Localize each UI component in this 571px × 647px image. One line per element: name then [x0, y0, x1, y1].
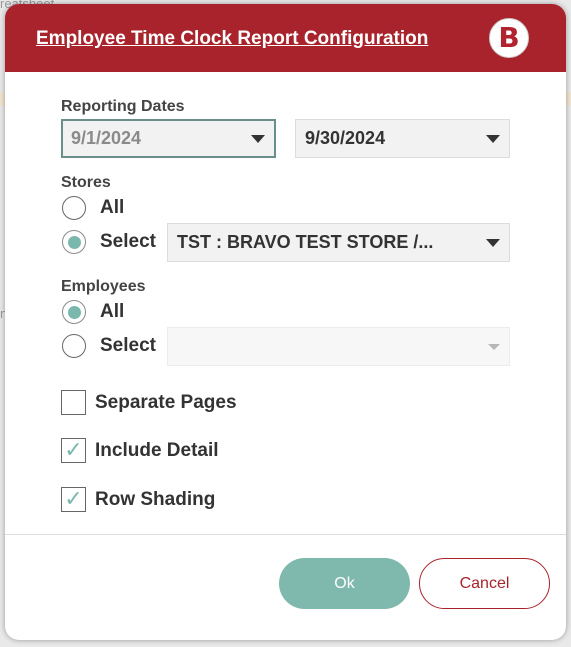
- cancel-button[interactable]: Cancel: [419, 558, 550, 609]
- stores-all-label: All: [100, 197, 125, 218]
- separate-pages-checkbox[interactable]: [61, 390, 86, 415]
- start-date-value: 9/1/2024: [71, 128, 142, 148]
- stores-select-value: TST : BRAVO TEST STORE /...: [177, 232, 434, 252]
- stores-select-dropdown[interactable]: TST : BRAVO TEST STORE /...: [167, 223, 510, 262]
- chevron-down-icon: [488, 343, 500, 350]
- logo-letter: B: [498, 20, 520, 54]
- row-shading-checkbox[interactable]: ✓: [61, 487, 86, 512]
- employees-all-option[interactable]: All: [62, 300, 124, 324]
- employees-select-label: Select: [100, 335, 156, 356]
- employees-select-dropdown: [167, 327, 510, 366]
- footer-divider: [5, 534, 566, 535]
- chevron-down-icon: [486, 134, 500, 143]
- employees-all-label: All: [100, 301, 125, 322]
- employees-label: Employees: [61, 278, 146, 295]
- separate-pages-label: Separate Pages: [95, 391, 237, 413]
- ok-button[interactable]: Ok: [279, 558, 410, 609]
- report-config-dialog: Employee Time Clock Report Configuration…: [5, 4, 566, 640]
- checkmark-icon: ✓: [64, 437, 83, 463]
- dialog-title: Employee Time Clock Report Configuration: [36, 28, 429, 49]
- end-date-dropdown[interactable]: 9/30/2024: [295, 119, 510, 158]
- employees-select-radio[interactable]: [62, 334, 86, 358]
- reporting-dates-label: Reporting Dates: [61, 98, 185, 115]
- start-date-dropdown[interactable]: 9/1/2024: [61, 119, 276, 158]
- stores-all-radio[interactable]: [62, 196, 86, 220]
- dialog-header: Employee Time Clock Report Configuration…: [5, 4, 566, 72]
- stores-label: Stores: [61, 174, 111, 191]
- row-shading-label: Row Shading: [95, 488, 216, 510]
- chevron-down-icon: [251, 134, 265, 143]
- employees-select-option[interactable]: Select: [62, 334, 156, 358]
- chevron-down-icon: [486, 238, 500, 247]
- checkmark-icon: ✓: [64, 486, 83, 512]
- include-detail-option[interactable]: ✓ Include Detail: [61, 438, 219, 463]
- brand-logo: B: [489, 18, 529, 58]
- include-detail-label: Include Detail: [95, 439, 219, 461]
- row-shading-option[interactable]: ✓ Row Shading: [61, 487, 215, 512]
- separate-pages-option[interactable]: Separate Pages: [61, 390, 237, 415]
- stores-select-radio[interactable]: [62, 230, 86, 254]
- stores-select-option[interactable]: Select: [62, 230, 156, 254]
- end-date-value: 9/30/2024: [305, 128, 386, 148]
- stores-select-label: Select: [100, 231, 156, 252]
- stores-all-option[interactable]: All: [62, 196, 124, 220]
- include-detail-checkbox[interactable]: ✓: [61, 438, 86, 463]
- employees-all-radio[interactable]: [62, 300, 86, 324]
